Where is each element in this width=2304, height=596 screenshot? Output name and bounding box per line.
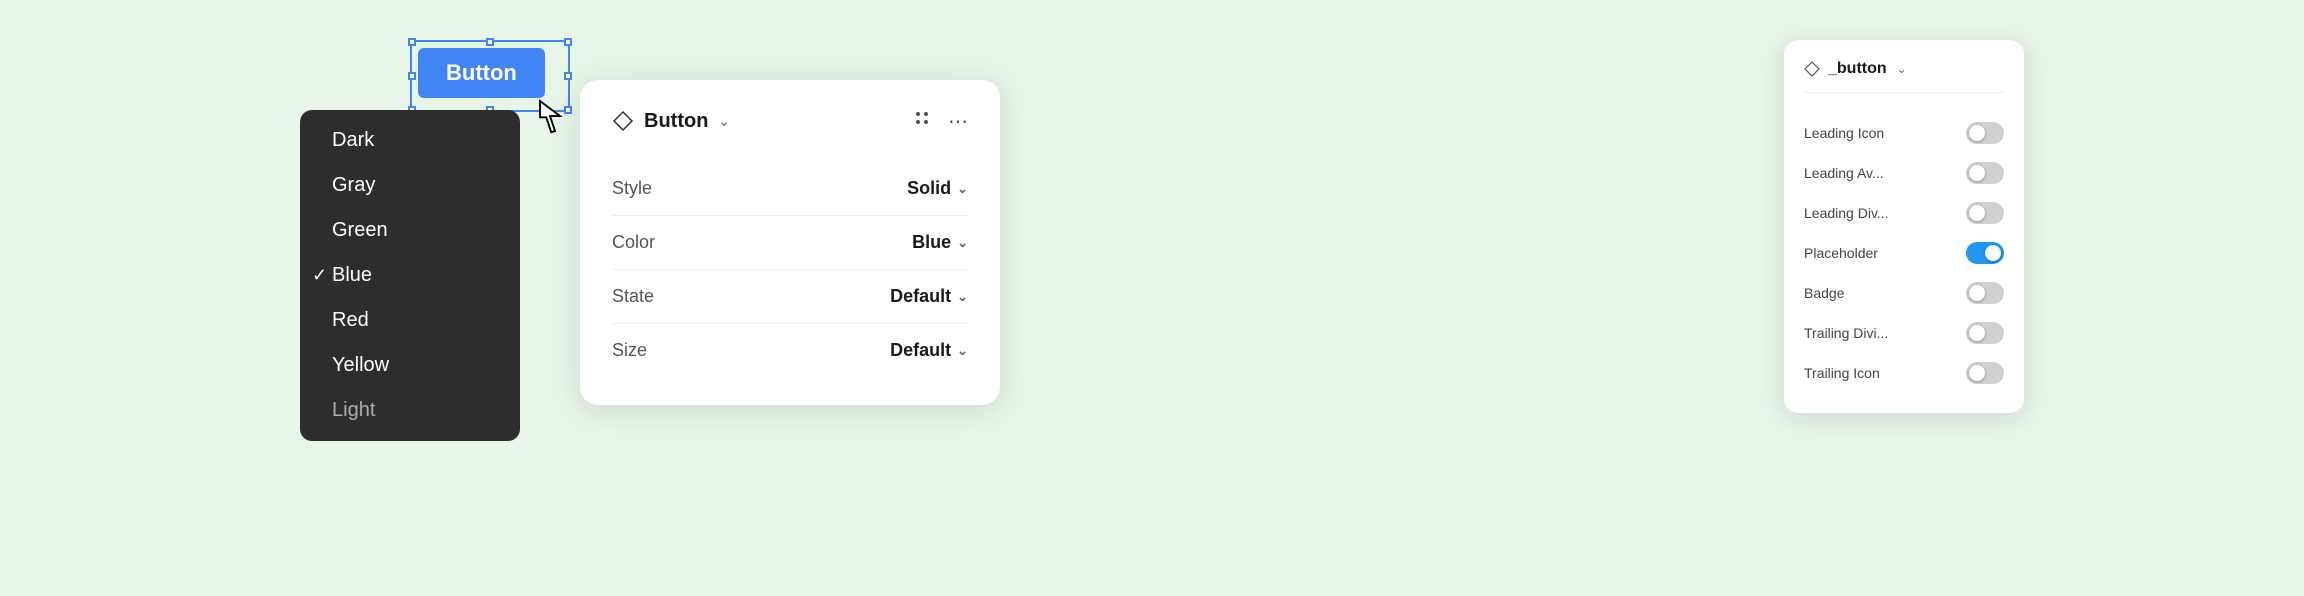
handle-tr[interactable] [564, 38, 572, 46]
color-value[interactable]: Blue ⌄ [912, 232, 968, 253]
prop-label-trailing-divi: Trailing Divi... [1804, 325, 1888, 341]
handle-tl[interactable] [408, 38, 416, 46]
layout-icon[interactable] [912, 108, 932, 134]
toggle-trailing-icon[interactable] [1966, 362, 2004, 384]
color-dropdown-menu: Dark Gray Green Blue Red Yellow Light [300, 110, 520, 441]
handle-rm[interactable] [564, 72, 572, 80]
style-row: Style Solid ⌄ [612, 162, 968, 216]
button-properties-panel: Button ⌄ ⋯ Style Solid ⌄ Color [580, 80, 1000, 405]
prop-label-leading-icon: Leading Icon [1804, 125, 1884, 141]
prop-label-trailing-icon: Trailing Icon [1804, 365, 1880, 381]
color-chevron: ⌄ [957, 235, 968, 251]
state-row: State Default ⌄ [612, 270, 968, 324]
color-label: Color [612, 232, 655, 253]
dropdown-item-dark[interactable]: Dark [300, 118, 520, 163]
panel-title: Button [644, 110, 708, 133]
dropdown-item-red[interactable]: Red [300, 298, 520, 343]
style-chevron: ⌄ [957, 181, 968, 197]
toggle-knob [1969, 365, 1985, 381]
handle-br[interactable] [564, 106, 572, 114]
prop-label-placeholder: Placeholder [1804, 245, 1878, 261]
state-value[interactable]: Default ⌄ [890, 286, 968, 307]
toggle-knob [1969, 165, 1985, 181]
prop-label-badge: Badge [1804, 285, 1844, 301]
style-value[interactable]: Solid ⌄ [907, 178, 968, 199]
dropdown-item-light[interactable]: Light [300, 388, 520, 433]
handle-tm[interactable] [486, 38, 494, 46]
toggle-knob [1985, 245, 2001, 261]
prop-row-badge: Badge [1804, 273, 2004, 313]
handle-lm[interactable] [408, 72, 416, 80]
props-header: _button ⌄ [1804, 60, 2004, 93]
props-diamond-icon [1804, 61, 1820, 77]
state-chevron: ⌄ [957, 289, 968, 305]
toggle-leading-div[interactable] [1966, 202, 2004, 224]
dropdown-item-gray[interactable]: Gray [300, 163, 520, 208]
prop-row-leading-div: Leading Div... [1804, 193, 2004, 233]
style-label: Style [612, 178, 652, 199]
color-row: Color Blue ⌄ [612, 216, 968, 270]
properties-right-panel: _button ⌄ Leading Icon Leading Av... Lea… [1784, 40, 2024, 413]
size-row: Size Default ⌄ [612, 324, 968, 377]
panel-header: Button ⌄ ⋯ [612, 108, 968, 134]
more-options-icon[interactable]: ⋯ [948, 109, 968, 134]
toggle-placeholder[interactable] [1966, 242, 2004, 264]
diamond-icon [612, 110, 634, 132]
toggle-trailing-divi[interactable] [1966, 322, 2004, 344]
panel-actions: ⋯ [912, 108, 968, 134]
prop-row-trailing-icon: Trailing Icon [1804, 353, 2004, 393]
panel-title-area: Button ⌄ [612, 110, 730, 133]
prop-row-placeholder: Placeholder [1804, 233, 2004, 273]
dropdown-item-yellow[interactable]: Yellow [300, 343, 520, 388]
dropdown-item-green[interactable]: Green [300, 208, 520, 253]
dropdown-item-blue[interactable]: Blue [300, 253, 520, 298]
size-value[interactable]: Default ⌄ [890, 340, 968, 361]
toggle-leading-av[interactable] [1966, 162, 2004, 184]
prop-row-leading-icon: Leading Icon [1804, 113, 2004, 153]
prop-label-leading-av: Leading Av... [1804, 165, 1884, 181]
toggle-leading-icon[interactable] [1966, 122, 2004, 144]
toggle-knob [1969, 205, 1985, 221]
toggle-badge[interactable] [1966, 282, 2004, 304]
toggle-knob [1969, 325, 1985, 341]
size-chevron: ⌄ [957, 343, 968, 359]
toggle-knob [1969, 125, 1985, 141]
preview-button[interactable]: Button [418, 48, 545, 98]
size-label: Size [612, 340, 647, 361]
state-label: State [612, 286, 654, 307]
prop-label-leading-div: Leading Div... [1804, 205, 1889, 221]
prop-row-trailing-divi: Trailing Divi... [1804, 313, 2004, 353]
props-title: _button [1828, 60, 1887, 78]
prop-row-leading-av: Leading Av... [1804, 153, 2004, 193]
props-chevron-icon[interactable]: ⌄ [1897, 62, 1907, 76]
cursor-icon [535, 98, 565, 134]
toggle-knob [1969, 285, 1985, 301]
panel-chevron-icon[interactable]: ⌄ [718, 113, 730, 130]
